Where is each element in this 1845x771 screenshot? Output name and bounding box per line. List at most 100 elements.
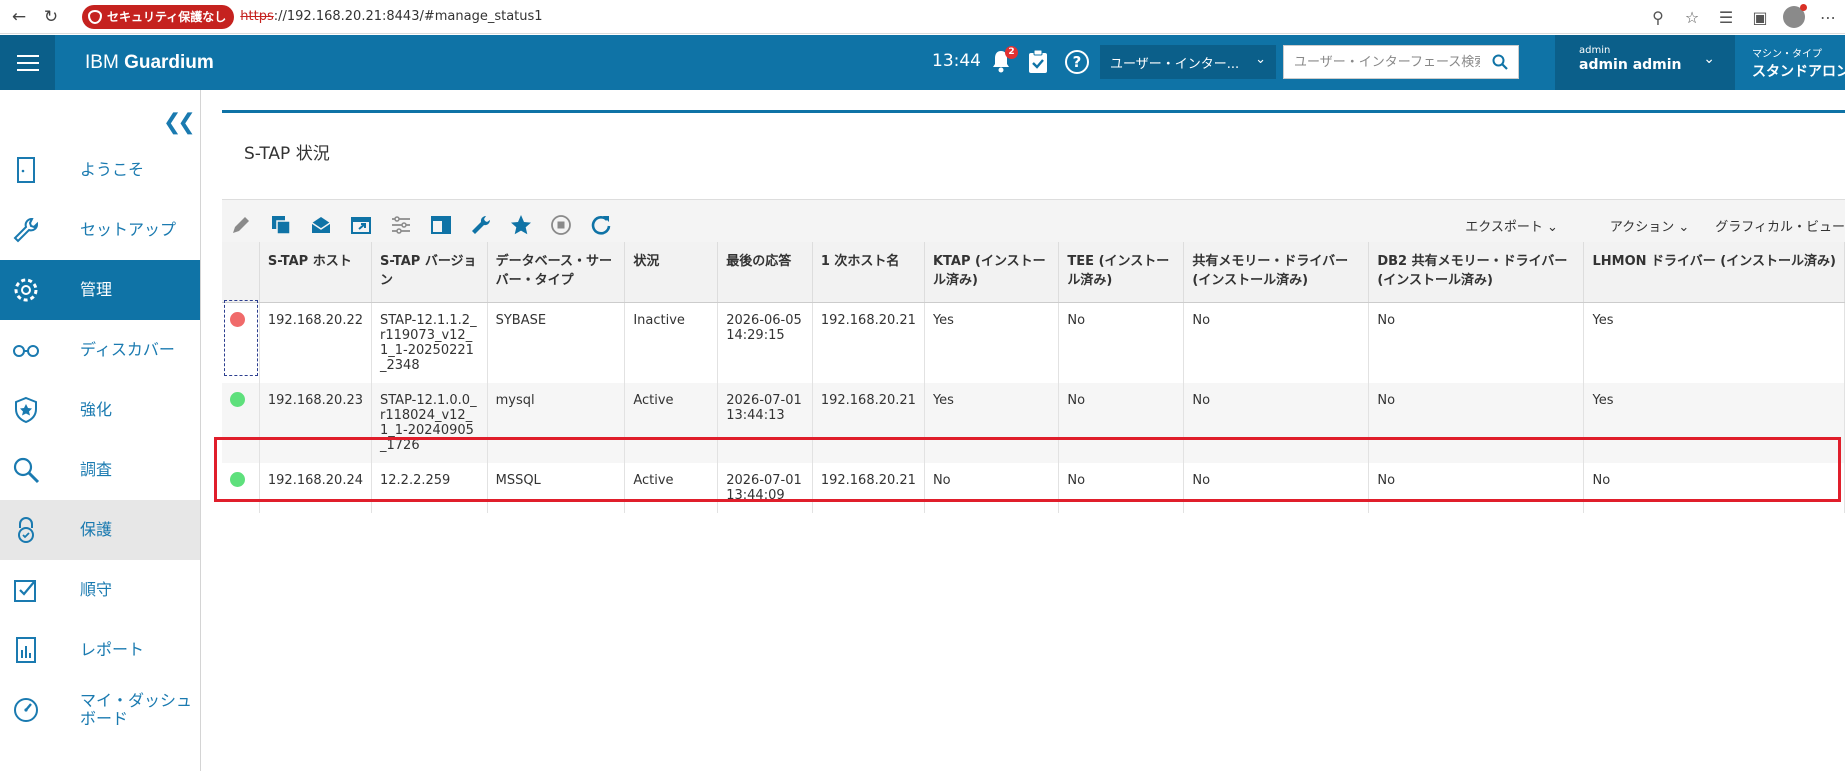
chevron-down-icon: ⌄ [1255, 52, 1266, 67]
refresh-icon[interactable] [590, 214, 612, 236]
mail-icon[interactable] [310, 214, 332, 236]
reload-icon[interactable]: ↻ [38, 4, 64, 30]
cell-state: Inactive [624, 302, 719, 383]
cell-lhmon: Yes [1583, 302, 1845, 383]
wrench-icon [13, 218, 38, 243]
lock-icon [18, 517, 34, 543]
row-focus-outline [224, 300, 258, 376]
column-header[interactable]: 共有メモリー・ドライバー (インストール済み) [1183, 242, 1370, 303]
glasses-icon [13, 345, 39, 357]
copy-icon[interactable] [270, 214, 292, 236]
magnifier-icon [13, 457, 40, 484]
shield-star-icon [15, 396, 37, 424]
column-header[interactable]: データベース・サーバー・タイプ [487, 242, 626, 303]
sidebar-item-label: 調査 [80, 460, 113, 479]
export-menu[interactable]: エクスポート ⌄ [1439, 216, 1558, 235]
column-header[interactable]: 状況 [624, 242, 719, 303]
search-icon[interactable] [1492, 54, 1508, 70]
sidebar: ❮❮ ようこそ セットアップ 管理 ディスカバー 強化 調査 保護 順守 レポー… [0, 90, 201, 771]
hamburger-menu-icon[interactable] [0, 35, 55, 90]
page-title: S-TAP 状況 [244, 144, 330, 164]
profile-avatar-icon[interactable] [1783, 4, 1807, 28]
wrench-icon[interactable] [470, 214, 492, 236]
address-bar[interactable]: https://192.168.20.21:8443/#manage_statu… [240, 9, 542, 24]
collections-icon[interactable]: ▣ [1743, 8, 1777, 27]
action-menu[interactable]: アクション ⌄ [1584, 216, 1689, 235]
sidebar-item-label: ようこそ [80, 160, 145, 179]
sidebar-item-comply[interactable]: 順守 [0, 560, 200, 620]
header-time: 13:44 [932, 51, 981, 71]
sidebar-item-label: セットアップ [80, 220, 177, 239]
column-header[interactable]: LHMON ドライバー (インストール済み) [1583, 242, 1845, 303]
sidebar-item-label: 強化 [80, 400, 113, 419]
app-brand: IBM Guardium [85, 51, 214, 73]
favorite-star-icon[interactable] [510, 214, 532, 236]
filter-sliders-icon[interactable] [390, 214, 412, 236]
sidebar-item-harden[interactable]: 強化 [0, 380, 200, 440]
ui-select-dropdown[interactable]: ユーザー・インター... ⌄ [1100, 45, 1276, 79]
column-header[interactable]: S-TAP バージョン [371, 242, 488, 303]
stop-circle-icon[interactable] [550, 214, 572, 236]
status-dot-active [230, 391, 245, 407]
more-icon[interactable]: ⋯ [1811, 8, 1845, 27]
column-header[interactable]: S-TAP ホスト [259, 242, 373, 303]
collapse-sidebar-icon[interactable]: ❮❮ [163, 110, 196, 135]
notification-count-badge: 2 [1005, 46, 1018, 59]
machine-type: マシン・タイプ スタンドアロン [1740, 35, 1845, 90]
cell-db2shm: No [1368, 302, 1585, 383]
ui-search-box [1283, 45, 1519, 79]
table-header-row: S-TAP ホスト S-TAP バージョン データベース・サーバー・タイプ 状況… [222, 242, 1845, 303]
sidebar-item-investigate[interactable]: 調査 [0, 440, 200, 500]
back-arrow-icon[interactable]: ← [6, 4, 32, 30]
table-row[interactable]: 192.168.20.22 STAP-12.1.1.2_r119073_v12_… [222, 302, 1845, 383]
machine-type-value: スタンドアロン [1752, 64, 1845, 80]
cell-version: STAP-12.1.1.2_r119073_v12_1_1-20250221_2… [371, 302, 488, 383]
cell-primary-host: 192.168.20.21 [812, 302, 925, 383]
column-header[interactable]: 1 次ホスト名 [812, 242, 925, 303]
cell-last-response: 2026-06-05 14:29:15 [717, 302, 813, 383]
column-header[interactable]: KTAP (インストール済み) [924, 242, 1060, 303]
help-icon[interactable]: ? [1065, 50, 1089, 74]
sidebar-item-reports[interactable]: レポート [0, 620, 200, 680]
ui-search-input[interactable] [1284, 47, 1480, 77]
sidebar-item-manage[interactable]: 管理 [0, 260, 200, 320]
sidebar-item-label: ディスカバー [80, 340, 175, 359]
ui-select-value: ユーザー・インター... [1110, 56, 1240, 72]
cell-tee: No [1058, 302, 1185, 383]
column-header[interactable]: TEE (インストール済み) [1058, 242, 1185, 303]
machine-small-label: マシン・タイプ [1752, 49, 1822, 60]
sidebar-item-welcome[interactable]: ようこそ [0, 140, 200, 200]
sidebar-item-setup[interactable]: セットアップ [0, 200, 200, 260]
favorites-icon[interactable]: ☰ [1709, 8, 1743, 27]
cell-host: 192.168.20.22 [259, 302, 373, 383]
highlight-annotation-box [214, 437, 1841, 502]
key-icon[interactable]: ⚲ [1641, 8, 1675, 27]
open-window-icon[interactable] [350, 214, 372, 236]
dashboard-icon [14, 698, 38, 722]
user-menu[interactable]: admin admin admin ⌄ [1555, 35, 1735, 90]
cell-db-type: SYBASE [487, 302, 626, 383]
checkbox-icon [14, 580, 36, 602]
browser-toolbar: ← ↻ セキュリティ保護なし https://192.168.20.21:844… [0, 0, 1845, 34]
column-header[interactable]: 最後の応答 [717, 242, 813, 303]
cell-shm: No [1183, 302, 1370, 383]
door-icon [17, 157, 35, 183]
sidebar-item-discover[interactable]: ディスカバー [0, 320, 200, 380]
edit-pencil-icon[interactable] [230, 214, 252, 236]
sidebar-item-label: マイ・ダッシュ ボード [80, 691, 193, 728]
shield-icon [88, 9, 102, 24]
star-icon[interactable]: ☆ [1675, 8, 1709, 27]
gear-icon [14, 278, 38, 302]
clipboard-check-icon[interactable] [1028, 50, 1048, 74]
sidebar-item-label: 管理 [80, 280, 113, 299]
column-header-status-indicator[interactable] [222, 242, 260, 303]
app-header: IBM Guardium 13:44 2 ? ユーザー・インター... ⌄ ad… [0, 35, 1845, 90]
sidebar-item-protect[interactable]: 保護 [0, 500, 200, 560]
graphical-view-link[interactable]: グラフィカル・ビュー [1715, 216, 1845, 235]
cell-ktap: Yes [924, 302, 1060, 383]
sidebar-item-label: 保護 [80, 520, 113, 539]
layout-columns-icon[interactable] [430, 214, 452, 236]
security-badge[interactable]: セキュリティ保護なし [82, 4, 235, 29]
column-header[interactable]: DB2 共有メモリー・ドライバー (インストール済み) [1368, 242, 1585, 303]
sidebar-item-my-dashboard[interactable]: マイ・ダッシュ ボード [0, 680, 200, 740]
